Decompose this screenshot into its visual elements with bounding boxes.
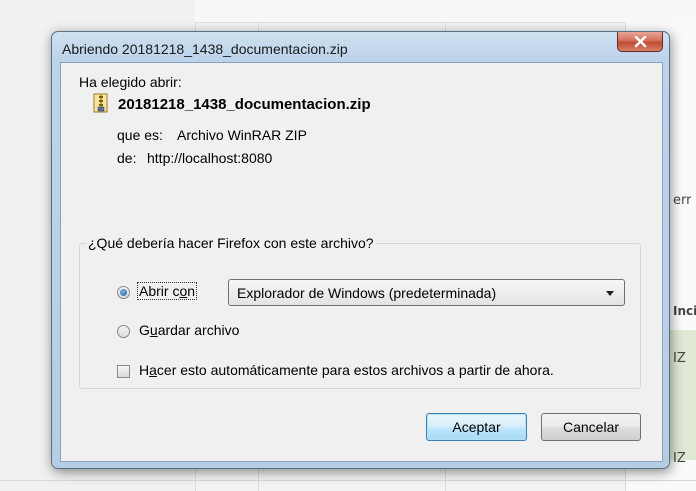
save-file-label-text-end: ardar archivo: [157, 322, 240, 338]
background-text: Inci: [673, 304, 696, 318]
save-file-radio[interactable]: [117, 325, 130, 338]
save-file-label[interactable]: Guardar archivo: [139, 322, 239, 338]
close-icon: [634, 36, 647, 48]
save-file-label-text: G: [139, 322, 150, 338]
background-text: err: [673, 193, 692, 208]
auto-action-label-text-end: cer esto automáticamente para estos arch…: [156, 362, 554, 378]
application-select-value: Explorador de Windows (predeterminada): [237, 285, 497, 301]
background-divider: [0, 480, 696, 481]
dialog-title: Abriendo 20181218_1438_documentacion.zip: [62, 41, 348, 57]
file-name: 20181218_1438_documentacion.zip: [118, 96, 371, 113]
close-button[interactable]: [617, 32, 663, 52]
action-group-legend: ¿Qué debería hacer Firefox con este arch…: [86, 235, 376, 251]
file-type-prefix: que es:: [117, 127, 163, 143]
file-source-value: http://localhost:8080: [147, 150, 273, 166]
ok-button[interactable]: Aceptar: [426, 413, 527, 441]
application-select[interactable]: Explorador de Windows (predeterminada): [228, 279, 625, 306]
winrar-zip-icon: [93, 93, 108, 113]
open-with-focus: Abrir con: [137, 282, 198, 300]
background-text: IZ: [673, 351, 686, 366]
file-source-prefix: de:: [117, 150, 137, 166]
auto-action-label-text: H: [139, 362, 150, 378]
title-bar[interactable]: Abriendo 20181218_1438_documentacion.zip: [52, 32, 669, 62]
dialog-body: Ha elegido abrir: 20181218_1438_document…: [60, 62, 663, 462]
chosen-label: Ha elegido abrir:: [79, 74, 182, 90]
chevron-down-icon: [606, 291, 614, 296]
open-with-label-text-end: n: [187, 283, 196, 299]
auto-action-label[interactable]: Hacer esto automáticamente para estos ar…: [139, 362, 554, 378]
open-file-dialog: Abriendo 20181218_1438_documentacion.zip…: [51, 31, 670, 469]
auto-action-accelerator: a: [149, 362, 157, 378]
cancel-button[interactable]: Cancelar: [541, 413, 641, 441]
auto-action-checkbox[interactable]: [117, 365, 130, 378]
open-with-label-text: Abrir c: [139, 283, 180, 299]
background-text: IZ: [673, 451, 686, 466]
save-file-accelerator: u: [149, 322, 158, 338]
file-type-value: Archivo WinRAR ZIP: [177, 127, 307, 143]
open-with-label[interactable]: Abrir con: [137, 282, 198, 300]
open-with-radio[interactable]: [117, 286, 130, 299]
